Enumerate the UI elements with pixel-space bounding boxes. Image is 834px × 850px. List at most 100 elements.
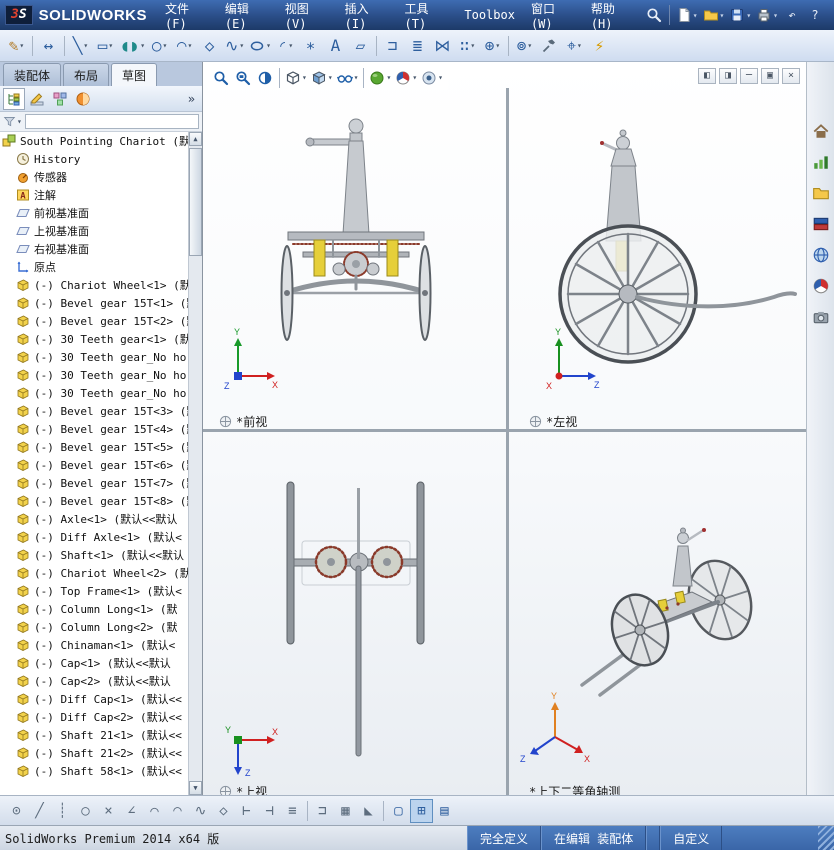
view-settings-button[interactable]: ▾ [419,66,445,89]
display-relations-button[interactable]: ⊚▾ [512,33,537,59]
tree-item[interactable]: 右视基准面 [0,240,188,258]
help-button[interactable]: ? [804,4,826,26]
scroll-up-icon[interactable]: ▲ [189,132,202,146]
convert-entities-button[interactable]: ⊐ [380,33,405,59]
search-button[interactable] [643,4,665,26]
tree-item[interactable]: (-) Bevel gear 15T<2> (默认 [0,312,188,330]
tree-item[interactable]: (-) Chinaman<1> (默认< [0,636,188,654]
centerline-button[interactable]: ┊ [51,799,74,823]
tree-filter-input[interactable] [25,114,199,129]
spline-tool-button[interactable]: ∿ [189,799,212,823]
line-button[interactable]: ╲▾ [68,33,93,59]
sketch-point-button[interactable]: ⊙ [5,799,28,823]
zoom-to-fit-button[interactable] [210,66,232,89]
quick-snaps-button[interactable]: ⌖▾ [562,33,587,59]
undo-button[interactable]: ↶ [781,4,803,26]
viewport-splitter-vertical[interactable] [506,88,509,795]
tree-item[interactable]: (-) Cap<2> (默认<<默认 [0,672,188,690]
design-library-button[interactable] [809,182,833,204]
filter-dropdown-arrow-icon[interactable]: ▾ [17,117,22,126]
appearances-scenes-button[interactable] [809,275,833,297]
trim-entities-button[interactable]: ⊢ [235,799,258,823]
tree-item[interactable]: (-) Diff Axle<1> (默认< [0,528,188,546]
tree-item[interactable]: (-) Bevel gear 15T<3> (默认 [0,402,188,420]
corner-rectangle-button[interactable]: ▭▾ [93,33,118,59]
tree-item[interactable]: (-) Shaft 58<1> (默认<< [0,762,188,780]
sketch-line-button[interactable]: ╱ [28,799,51,823]
section-view-button[interactable] [254,66,276,89]
tree-item[interactable]: (-) 30 Teeth gear_No ho [0,348,188,366]
apply-scene-button[interactable]: ▾ [393,66,419,89]
tree-item[interactable]: 原点 [0,258,188,276]
minimize-document-button[interactable]: ─ [740,68,758,84]
tree-item[interactable]: (-) Bevel gear 15T<5> (默认 [0,438,188,456]
menu-item-8[interactable]: 帮助(H) [583,0,643,30]
tree-item[interactable]: (-) Shaft<1> (默认<<默认 [0,546,188,564]
move-entities-button[interactable]: ⊕▾ [480,33,505,59]
four-view-button[interactable]: ⊞ [410,799,433,823]
polygon-button[interactable]: ◇ [197,33,222,59]
tree-item[interactable]: (-) Shaft 21<1> (默认<< [0,726,188,744]
tree-item[interactable]: 上视基准面 [0,222,188,240]
solidworks-resources-button[interactable] [809,151,833,173]
tree-item[interactable]: (-) Bevel gear 15T<7> (默认 [0,474,188,492]
menu-item-3[interactable]: 视图(V) [277,0,337,30]
tree-item[interactable]: (-) Shaft 21<2> (默认<< [0,744,188,762]
tree-item[interactable]: (-) Cap<1> (默认<<默认 [0,654,188,672]
scrollbar-thumb[interactable] [189,148,202,256]
mirror-entities-button[interactable]: ⋈ [430,33,455,59]
tree-item[interactable]: (-) Bevel gear 15T<1> (默认 [0,294,188,312]
ellipse-button[interactable]: ▾ [247,33,273,59]
repair-sketch-button[interactable] [537,33,562,59]
tree-item[interactable]: (-) 30 Teeth gear_No ho [0,366,188,384]
featuremanager-tree-tab[interactable] [3,88,25,110]
tangent-arc-button[interactable]: ◠ [166,799,189,823]
view-palette-button[interactable] [809,244,833,266]
view-orientation-button[interactable]: ▾ [283,66,309,89]
offset-entities-button[interactable]: ≣ [405,33,430,59]
propertymanager-tab[interactable] [26,88,48,110]
display-style-button[interactable]: ▾ [309,66,335,89]
circle-button[interactable]: ○▾ [147,33,172,59]
home-button[interactable] [809,120,833,142]
tree-item[interactable]: (-) Axle<1> (默认<<默认 [0,510,188,528]
convert-tool-button[interactable]: ⊐ [311,799,334,823]
tree-item[interactable]: South Pointing Chariot (默认 [0,132,188,150]
restore-document-button[interactable]: ▣ [761,68,779,84]
single-view-button[interactable]: ▢ [387,799,410,823]
shaded-sketch-button[interactable]: ◣ [357,799,380,823]
command-tab-1[interactable]: 装配体 [3,63,61,86]
angle-snap-button[interactable]: ∠ [120,799,143,823]
menu-item-6[interactable]: Toolbox [456,0,523,30]
save-document-button[interactable]: ▾ [727,4,753,26]
new-document-button[interactable]: ▾ [674,4,700,26]
zoom-to-area-button[interactable] [232,66,254,89]
resize-grip[interactable] [818,826,834,850]
print-document-button[interactable]: ▾ [754,4,780,26]
front-view-model[interactable]: Y X Z [203,86,506,429]
tile-left-button[interactable]: ◧ [698,68,716,84]
panel-overflow-button[interactable]: » [184,92,199,106]
left-view-model[interactable]: Y Z X [510,86,806,429]
isometric-view-model[interactable]: Y X Z [510,432,806,795]
top-view-model[interactable]: X Z Y [203,432,506,795]
tree-item[interactable]: (-) Bevel gear 15T<4> (默认 [0,420,188,438]
tree-scrollbar[interactable]: ▲ ▼ [188,132,202,795]
offset-tool-button[interactable]: ≡ [281,799,304,823]
polygon-tool-button[interactable]: ◇ [212,799,235,823]
tree-item[interactable]: A注解 [0,186,188,204]
scroll-down-icon[interactable]: ▼ [189,781,202,795]
extend-entities-button[interactable]: ⊣ [258,799,281,823]
hide-show-items-button[interactable]: ▾ [335,66,361,89]
menu-item-5[interactable]: 工具(T) [397,0,457,30]
sketch-fillet-button[interactable]: ◜▾ [273,33,298,59]
tree-item[interactable]: (-) Chariot Wheel<1> (默认 [0,276,188,294]
link-views-button[interactable]: ▤ [433,799,456,823]
tree-item[interactable]: (-) Diff Cap<2> (默认<< [0,708,188,726]
custom-properties-button[interactable] [809,306,833,328]
sketch-button[interactable]: ✎▾ [4,33,29,59]
command-tab-2[interactable]: 布局 [63,63,109,86]
file-explorer-button[interactable] [809,213,833,235]
straight-slot-button[interactable]: ◖◗▾ [118,33,147,59]
linear-sketch-pattern-button[interactable]: ∷▾ [455,33,480,59]
